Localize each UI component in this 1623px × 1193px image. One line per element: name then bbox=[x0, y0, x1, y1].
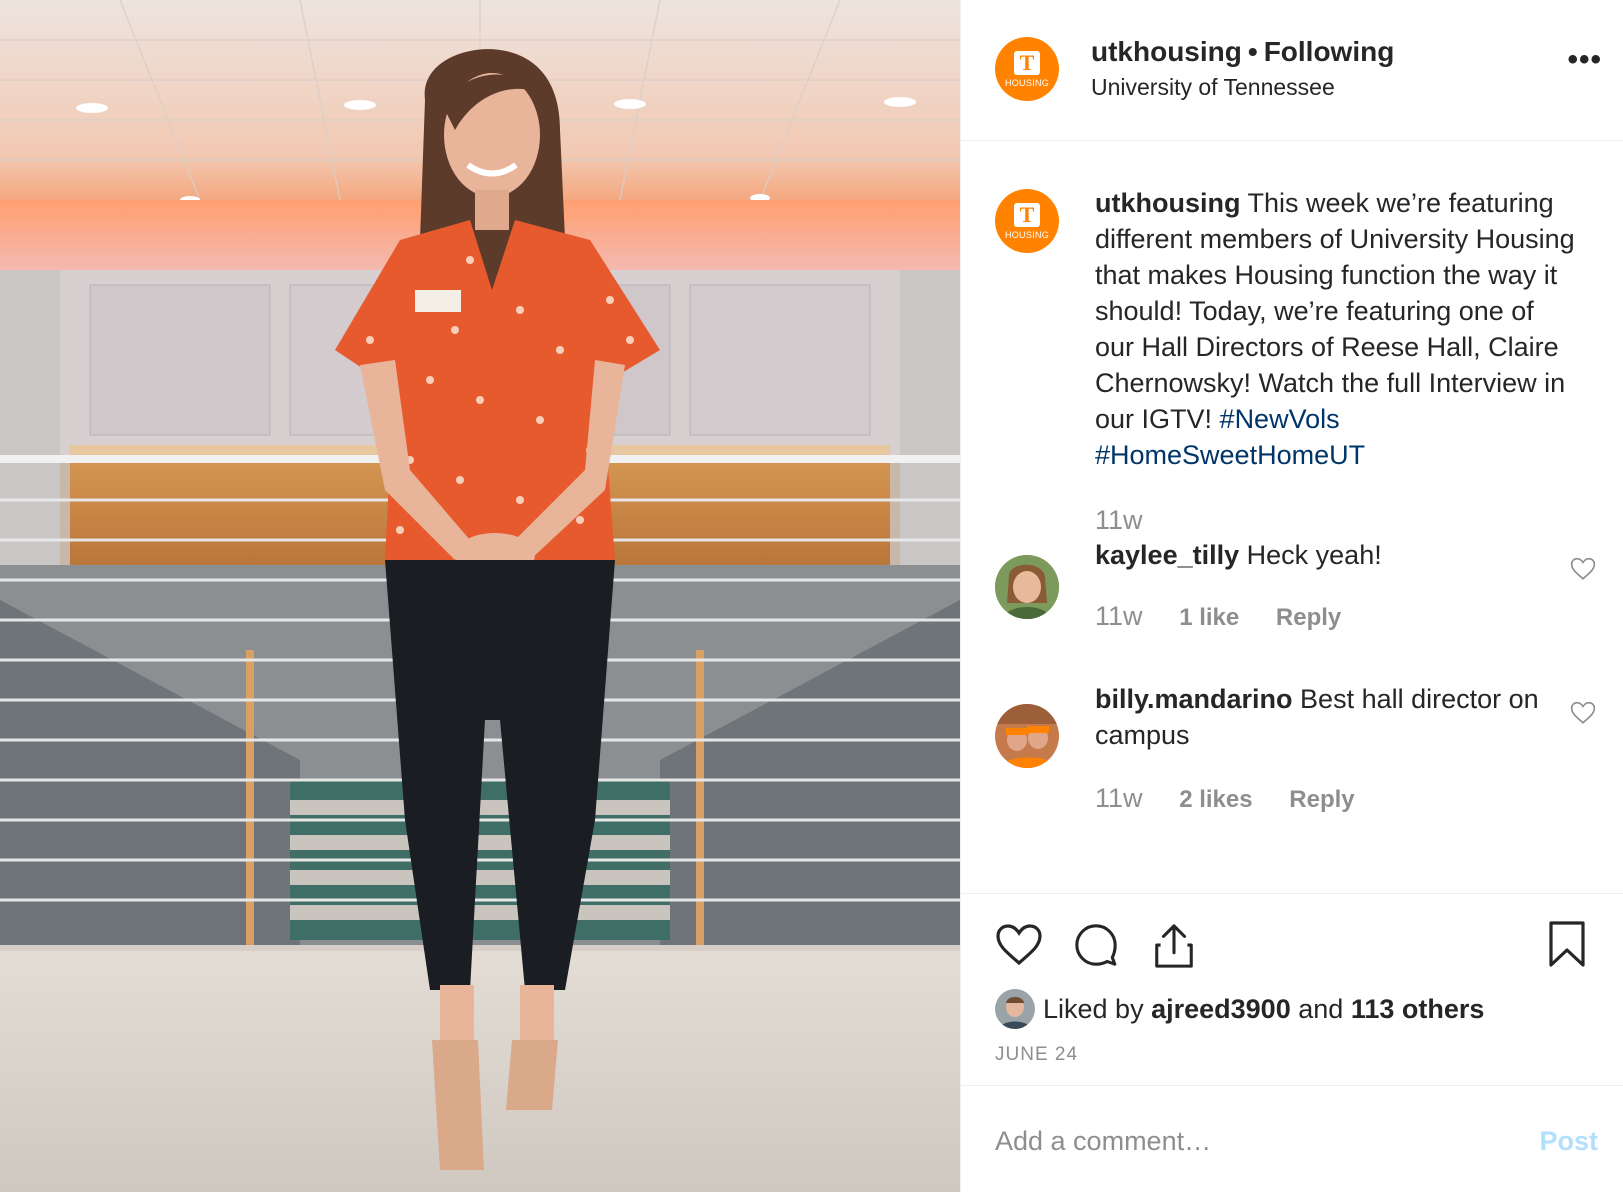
add-comment-bar: Add a comment… Post bbox=[961, 1085, 1623, 1193]
others-likes-link[interactable]: 113 others bbox=[1351, 994, 1485, 1025]
post-header: T HOUSING utkhousing • Following Universit… bbox=[961, 0, 1623, 141]
caption-body: This week we’re featuring different memb… bbox=[1095, 188, 1575, 434]
header-username[interactable]: utkhousing bbox=[1091, 36, 1242, 67]
account-avatar[interactable]: T HOUSING bbox=[995, 37, 1059, 101]
following-button[interactable]: Following bbox=[1264, 36, 1395, 67]
avatar[interactable] bbox=[995, 555, 1059, 619]
logo-letter: T bbox=[1014, 50, 1040, 75]
header-title: utkhousing • Following bbox=[1091, 36, 1394, 68]
commenter-photo bbox=[995, 555, 1059, 619]
comment-meta: 11w 1 like Reply bbox=[1095, 601, 1341, 632]
comment-meta: 11w 2 likes Reply bbox=[1095, 783, 1355, 814]
liker-username[interactable]: ajreed3900 bbox=[1151, 994, 1291, 1025]
avatar[interactable] bbox=[995, 989, 1035, 1029]
caption-time[interactable]: 11w bbox=[1095, 505, 1143, 535]
comment-likes[interactable]: 2 likes bbox=[1179, 786, 1252, 813]
comment-input[interactable]: Add a comment… bbox=[995, 1126, 1211, 1157]
share-icon[interactable] bbox=[1151, 922, 1197, 970]
post-detail-panel: T HOUSING utkhousing • Following Universit… bbox=[960, 0, 1623, 1192]
comment-text: kaylee_tilly Heck yeah! bbox=[1095, 537, 1575, 573]
post-actions: Liked by ajreed3900 and 113 others JUNE … bbox=[961, 893, 1623, 1086]
hashtag-link[interactable]: #NewVols bbox=[1220, 404, 1340, 434]
logo-text: HOUSING bbox=[1004, 77, 1050, 88]
caption-avatar[interactable]: T HOUSING bbox=[995, 189, 1059, 253]
caption-username[interactable]: utkhousing bbox=[1095, 188, 1240, 218]
comment-icon[interactable] bbox=[1073, 922, 1119, 968]
comment-like-icon[interactable] bbox=[1570, 557, 1596, 581]
reply-button[interactable]: Reply bbox=[1276, 604, 1341, 631]
comment-body: Heck yeah! bbox=[1246, 540, 1382, 570]
more-options-icon[interactable]: ••• bbox=[1567, 45, 1602, 75]
liker-photo bbox=[995, 989, 1035, 1029]
header-separator: • bbox=[1247, 36, 1258, 67]
reply-button[interactable]: Reply bbox=[1289, 786, 1354, 813]
comment-username[interactable]: billy.mandarino bbox=[1095, 684, 1293, 714]
hashtag-link[interactable]: #HomeSweetHomeUT bbox=[1095, 440, 1365, 470]
comment-like-icon[interactable] bbox=[1570, 701, 1596, 725]
comment-likes[interactable]: 1 like bbox=[1179, 604, 1239, 631]
caption-text: utkhousing This week we’re featuring dif… bbox=[1095, 185, 1575, 473]
liked-by-prefix: Liked by bbox=[1043, 993, 1144, 1024]
logo-letter: T bbox=[1014, 202, 1040, 227]
post-date[interactable]: JUNE 24 bbox=[995, 1044, 1078, 1066]
heart-icon[interactable] bbox=[995, 922, 1043, 968]
bookmark-icon[interactable] bbox=[1547, 920, 1587, 968]
caption-meta: 11w bbox=[1095, 505, 1143, 536]
comment-text: billy.mandarino Best hall director on ca… bbox=[1095, 681, 1575, 753]
post-button[interactable]: Post bbox=[1539, 1126, 1598, 1157]
comments-list: T HOUSING utkhousing This week we’re fea… bbox=[961, 141, 1623, 893]
likes-summary: Liked by ajreed3900 and 113 others bbox=[995, 989, 1484, 1029]
comment-time[interactable]: 11w bbox=[1095, 601, 1143, 631]
post-photo[interactable] bbox=[0, 0, 960, 1192]
comment-username[interactable]: kaylee_tilly bbox=[1095, 540, 1239, 570]
logo-text: HOUSING bbox=[1004, 229, 1050, 240]
comment-time[interactable]: 11w bbox=[1095, 783, 1143, 813]
commenter-photo bbox=[995, 704, 1059, 768]
liked-by-conj: and bbox=[1298, 993, 1344, 1024]
avatar[interactable] bbox=[995, 704, 1059, 768]
location-link[interactable]: University of Tennessee bbox=[1091, 74, 1335, 101]
